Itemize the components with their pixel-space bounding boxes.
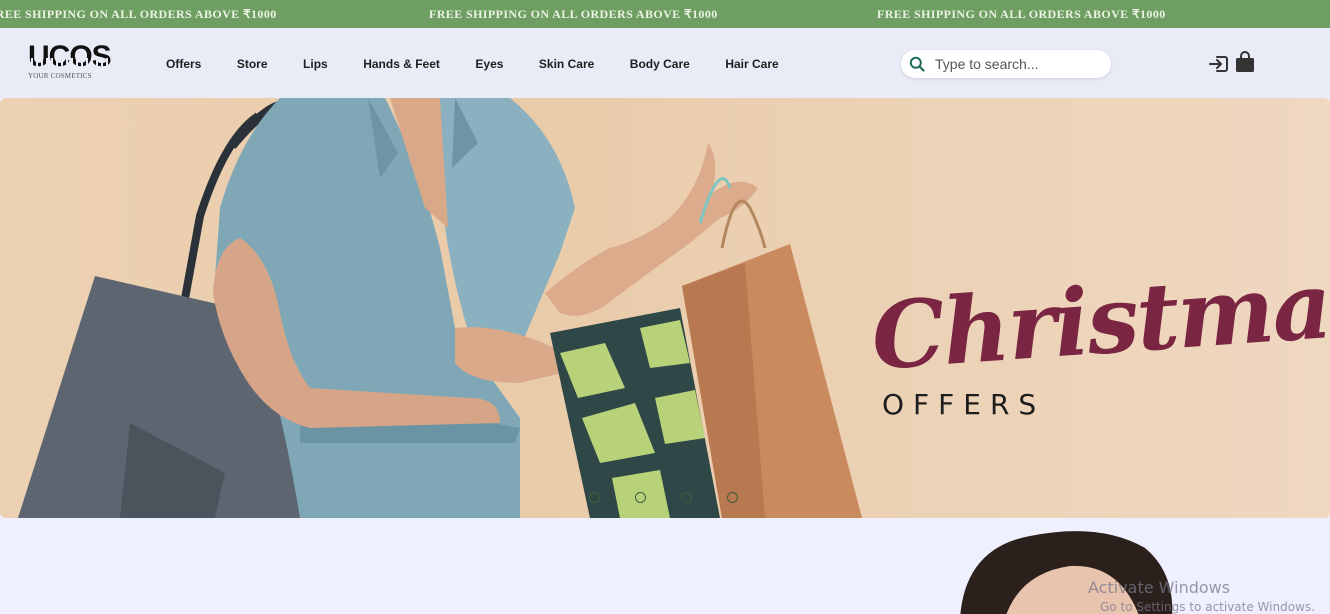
nav-hair-care[interactable]: Hair Care <box>725 57 778 71</box>
login-icon[interactable] <box>1208 53 1230 75</box>
brand-logo[interactable]: UCOS YOUR COSMETICS <box>28 40 112 90</box>
carousel-indicators <box>589 492 773 503</box>
nav-store[interactable]: Store <box>237 57 268 71</box>
nav-hands-feet[interactable]: Hands & Feet <box>363 57 440 71</box>
nav-skin-care[interactable]: Skin Care <box>539 57 594 71</box>
os-activation-watermark-sub: Go to Settings to activate Windows. <box>1100 600 1315 614</box>
main-nav: Offers Store Lips Hands & Feet Eyes Skin… <box>166 57 814 71</box>
carousel-dot[interactable] <box>727 492 738 503</box>
carousel-dot[interactable] <box>681 492 692 503</box>
search-box[interactable] <box>901 50 1111 78</box>
carousel-dot[interactable] <box>589 492 600 503</box>
os-activation-watermark: Activate Windows <box>1088 578 1231 597</box>
hero-subtitle: OFFERS <box>882 388 1046 421</box>
announcement-bar: FREE SHIPPING ON ALL ORDERS ABOVE ₹1000 … <box>0 0 1330 28</box>
announcement-message: FREE SHIPPING ON ALL ORDERS ABOVE ₹1000 <box>877 7 1166 21</box>
nav-body-care[interactable]: Body Care <box>630 57 690 71</box>
nav-eyes[interactable]: Eyes <box>475 57 503 71</box>
site-header: UCOS YOUR COSMETICS Offers Store Lips Ha… <box>0 28 1330 98</box>
hero-banner[interactable]: Christmas OFFERS <box>0 98 1330 518</box>
search-input[interactable] <box>935 53 1103 75</box>
nav-lips[interactable]: Lips <box>303 57 328 71</box>
announcement-message: FREE SHIPPING ON ALL ORDERS ABOVE ₹1000 <box>429 7 718 21</box>
shopping-bag-icon[interactable] <box>1235 51 1255 73</box>
logo-mark: UCOS <box>28 40 112 73</box>
carousel-dot[interactable] <box>635 492 646 503</box>
search-icon[interactable] <box>909 56 925 72</box>
announcement-message: FREE SHIPPING ON ALL ORDERS ABOVE ₹1000 <box>0 7 277 21</box>
nav-offers[interactable]: Offers <box>166 57 201 71</box>
